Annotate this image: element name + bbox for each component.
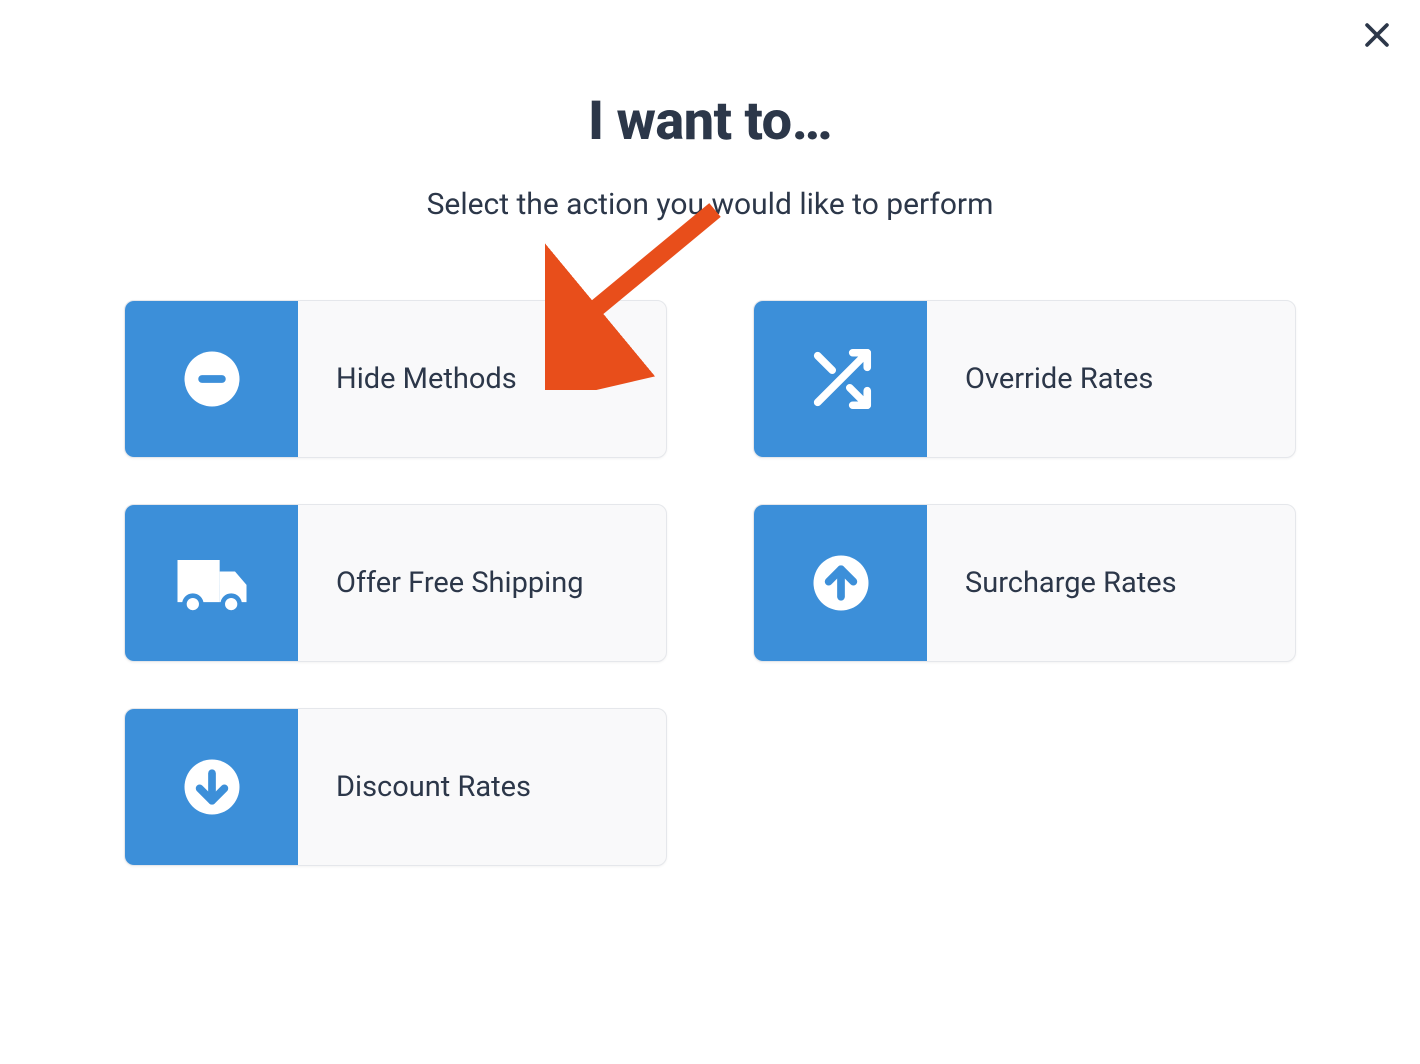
action-grid: Hide Methods Override Rates: [120, 300, 1300, 866]
close-button[interactable]: [1360, 18, 1394, 52]
action-label: Hide Methods: [298, 301, 666, 457]
arrow-up-circle-icon: [808, 550, 874, 616]
minus-circle-icon: [179, 346, 245, 412]
icon-box: [754, 301, 927, 457]
truck-icon: [166, 537, 258, 629]
icon-box: [754, 505, 927, 661]
action-label: Surcharge Rates: [927, 505, 1295, 661]
action-discount-rates[interactable]: Discount Rates: [124, 708, 667, 866]
action-surcharge-rates[interactable]: Surcharge Rates: [753, 504, 1296, 662]
dialog-subtitle: Select the action you would like to perf…: [120, 187, 1300, 222]
arrow-down-circle-icon: [179, 754, 245, 820]
close-icon: [1360, 18, 1394, 52]
dialog-title: I want to…: [120, 90, 1300, 153]
action-offer-free-shipping[interactable]: Offer Free Shipping: [124, 504, 667, 662]
shuffle-icon: [806, 344, 876, 414]
icon-box: [125, 301, 298, 457]
action-label: Offer Free Shipping: [298, 505, 666, 661]
action-hide-methods[interactable]: Hide Methods: [124, 300, 667, 458]
action-label: Discount Rates: [298, 709, 666, 865]
action-label: Override Rates: [927, 301, 1295, 457]
action-override-rates[interactable]: Override Rates: [753, 300, 1296, 458]
icon-box: [125, 505, 298, 661]
icon-box: [125, 709, 298, 865]
